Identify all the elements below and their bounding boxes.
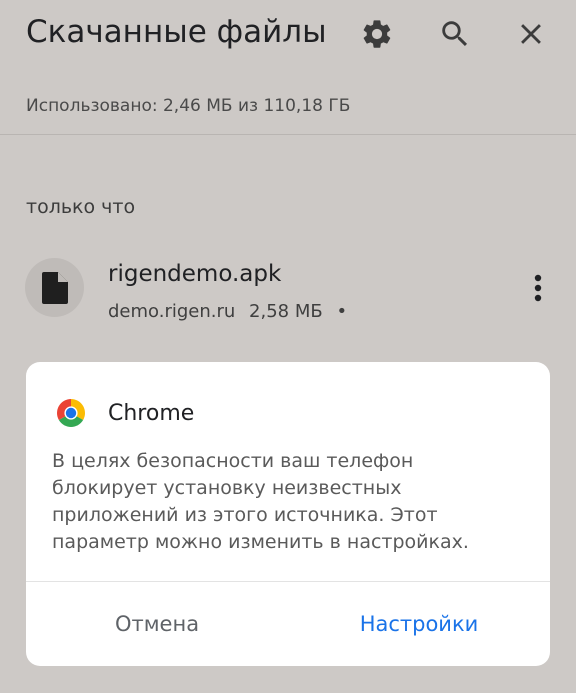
more-options-button[interactable] bbox=[520, 268, 556, 308]
storage-usage: Использовано: 2,46 МБ из 110,18 ГБ bbox=[26, 96, 351, 116]
top-app-bar: Скачанные файлы bbox=[0, 0, 576, 72]
file-source: demo.rigen.ru bbox=[108, 301, 236, 322]
cancel-button[interactable]: Отмена bbox=[26, 594, 288, 654]
file-thumbnail bbox=[25, 258, 84, 317]
file-name: rigendemo.apk bbox=[108, 261, 282, 287]
meta-separator: • bbox=[336, 301, 348, 322]
install-blocked-dialog: Chrome В целях безопасности ваш телефон … bbox=[26, 362, 550, 666]
dialog-message: В целях безопасности ваш телефон блокиру… bbox=[52, 450, 469, 553]
gear-icon bbox=[363, 20, 391, 48]
chrome-icon bbox=[57, 399, 85, 427]
file-size: 2,58 МБ bbox=[249, 301, 323, 322]
settings-dialog-button[interactable]: Настройки bbox=[288, 594, 550, 654]
section-header: только что bbox=[26, 196, 136, 218]
close-icon bbox=[521, 24, 541, 44]
close-button[interactable] bbox=[511, 14, 551, 54]
dialog-app-header: Chrome bbox=[56, 398, 194, 428]
header-divider bbox=[0, 134, 576, 135]
search-button[interactable] bbox=[435, 14, 475, 54]
list-item[interactable]: rigendemo.apk demo.rigen.ru 2,58 МБ • bbox=[0, 244, 576, 340]
dialog-app-name: Chrome bbox=[108, 400, 195, 426]
more-vert-icon bbox=[534, 274, 542, 302]
settings-button[interactable] bbox=[357, 14, 397, 54]
file-meta: demo.rigen.ru 2,58 МБ • bbox=[108, 301, 355, 322]
document-icon bbox=[41, 271, 68, 304]
dialog-divider bbox=[26, 581, 550, 582]
search-icon bbox=[442, 21, 468, 47]
page-title: Скачанные файлы bbox=[26, 14, 327, 50]
